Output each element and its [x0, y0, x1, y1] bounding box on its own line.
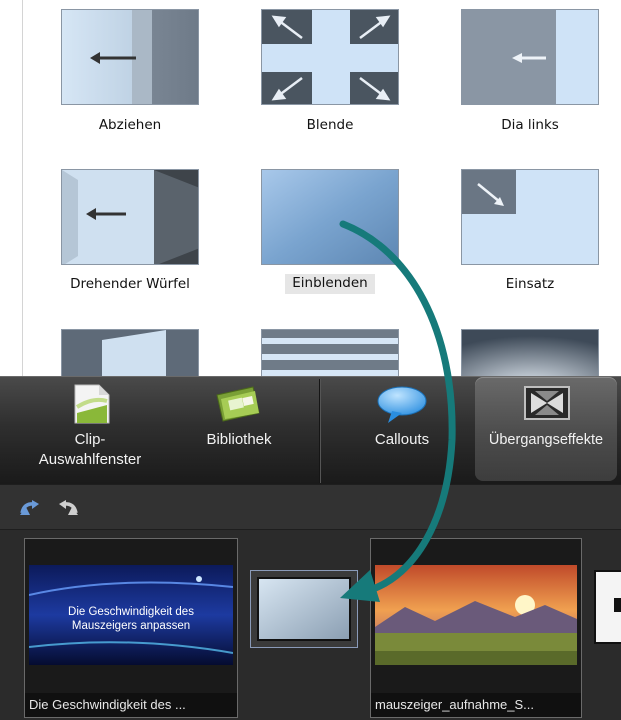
task-toolbar: Clip- Auswahlfenster Bibliothek Callouts	[0, 376, 621, 484]
clip-mauszeiger-aufnahme[interactable]: mauszeiger_aufnahme_S...	[370, 538, 582, 718]
fade-in-preview-icon	[262, 170, 398, 264]
transition-label-drehender-wuerfel[interactable]: Drehender Würfel	[40, 276, 220, 292]
library-label: Bibliothek	[206, 431, 272, 448]
inset-preview-icon	[462, 170, 598, 264]
callouts-label: Callouts	[374, 431, 430, 448]
transition-thumb-dia-links[interactable]	[461, 9, 599, 105]
transitions-icon	[524, 386, 570, 420]
cube-preview-icon	[62, 170, 198, 264]
transition-thumb-row3-1[interactable]	[61, 329, 199, 376]
transition-thumb-row3-2[interactable]	[261, 329, 399, 376]
transition-label-einsatz[interactable]: Einsatz	[440, 276, 620, 292]
transition-thumb-einblenden[interactable]	[261, 169, 399, 265]
transitions-button[interactable]: Übergangseffekte	[475, 377, 617, 481]
transition-thumb-abziehen[interactable]	[61, 9, 199, 105]
clip-thumbnail-title-line2: Mauszeigers anpassen	[71, 620, 191, 632]
clip-bin-label-line1: Clip-	[74, 431, 106, 448]
redo-icon[interactable]	[56, 499, 80, 517]
clip-bin-icon	[74, 384, 110, 424]
clip-thumbnail-title: Die Geschwindigkeit des Mauszeigers anpa…	[29, 605, 233, 633]
clip-partial-thumbnail	[614, 598, 621, 612]
transition-slot-preview-icon	[257, 577, 351, 641]
callouts-button[interactable]: Callouts	[340, 377, 464, 481]
transition-label-dia-links[interactable]: Dia links	[440, 117, 620, 133]
clip-geschwindigkeit[interactable]: Die Geschwindigkeit des Mauszeigers anpa…	[24, 538, 238, 718]
clip-thumbnail-title-line1: Die Geschwindigkeit des	[68, 606, 194, 618]
clip-bin-label-line2: Auswahlfenster	[38, 451, 142, 468]
blinds-preview-icon	[262, 330, 398, 376]
clip-thumbnail	[375, 565, 577, 665]
toolbar-divider	[319, 379, 321, 483]
divider	[22, 0, 23, 376]
transition-thumb-blende[interactable]	[261, 9, 399, 105]
undo-icon[interactable]	[18, 499, 40, 517]
clip-partial[interactable]	[594, 570, 621, 644]
radial-preview-icon	[462, 330, 598, 376]
transition-label-einblenden[interactable]: Einblenden	[285, 274, 375, 294]
transition-label-abziehen[interactable]: Abziehen	[40, 117, 220, 133]
transition-label-blende[interactable]: Blende	[240, 117, 420, 133]
transition-drop-slot[interactable]	[250, 570, 358, 648]
clip-caption: Die Geschwindigkeit des ...	[25, 693, 237, 717]
timeline-toolbar	[0, 484, 621, 530]
slide-left-preview-icon	[462, 10, 598, 104]
transitions-label: Übergangseffekte	[488, 432, 604, 448]
peel-preview-icon	[62, 10, 198, 104]
clip-caption: mauszeiger_aufnahme_S...	[371, 693, 581, 717]
transition-thumb-drehender-wuerfel[interactable]	[61, 169, 199, 265]
storyboard: Die Geschwindigkeit des Mauszeigers anpa…	[0, 530, 621, 720]
transitions-gallery: Abziehen Blende Dia links Drehender Würf…	[0, 0, 621, 376]
callouts-icon	[377, 386, 427, 423]
clip-bin-button[interactable]: Clip- Auswahlfenster	[0, 377, 180, 481]
library-icon	[216, 386, 260, 422]
transition-thumb-row3-3[interactable]	[461, 329, 599, 376]
library-button[interactable]: Bibliothek	[180, 377, 298, 481]
blende-preview-icon	[262, 10, 398, 104]
page-turn-preview-icon	[62, 330, 198, 376]
transition-thumb-einsatz[interactable]	[461, 169, 599, 265]
